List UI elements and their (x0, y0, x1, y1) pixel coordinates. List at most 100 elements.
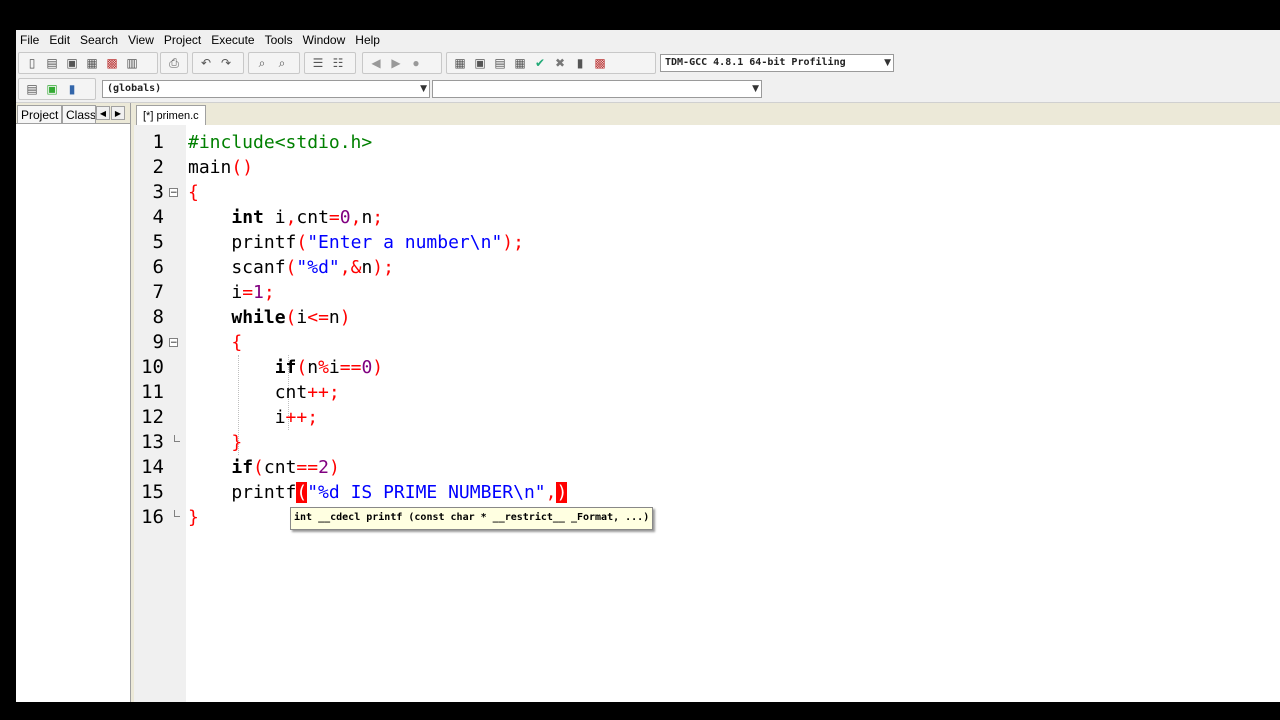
line-number: 11 (141, 381, 164, 403)
compile-icon[interactable]: ▦ (451, 55, 469, 71)
code-line-15: printf("%d IS PRIME NUMBER\n",) (188, 482, 568, 503)
close-file-icon[interactable]: ▩ (103, 55, 121, 71)
indent-icon[interactable]: ☰ (309, 55, 327, 71)
code-line-5: printf("Enter a number\n"); (188, 232, 524, 253)
menu-view[interactable]: View (124, 30, 160, 50)
save-icon[interactable]: ▣ (63, 55, 81, 71)
code-line-16: } (188, 507, 199, 528)
line-number: 5 (152, 231, 164, 253)
replace-icon[interactable]: ⌕ (273, 55, 291, 71)
code-line-14: if(cnt==2) (231, 457, 340, 478)
line-number: 6 (152, 256, 164, 278)
line-number: 12 (141, 406, 164, 428)
menu-help[interactable]: Help (351, 30, 386, 50)
chevron-right-icon[interactable]: ▶ (111, 106, 125, 120)
profile-chart-icon[interactable]: ▮ (571, 55, 589, 71)
fold-collapse-icon[interactable]: − (169, 338, 178, 348)
code-line-6: scanf("%d",&n); (188, 257, 394, 278)
bookmark-toolbar-group: ◀ ▶ ● (362, 52, 442, 74)
menu-search[interactable]: Search (76, 30, 124, 50)
function-signature-tooltip: int __cdecl printf (const char * __restr… (290, 507, 654, 530)
insert-icon[interactable]: ▤ (23, 81, 41, 97)
undo-toolbar-group: ↶ ↷ (192, 52, 244, 74)
line-number: 8 (152, 306, 164, 328)
panel-tabs: Project Classe ◀ ▶ (16, 103, 130, 124)
redo-icon[interactable]: ↷ (217, 55, 235, 71)
main-toolbar: ▯ ▤ ▣ ▦ ▩ ▥ ⎙ ↶ ↷ ⌕ ⌕ ☰ ☷ ◀ ▶ ● ▦ ▣ ▤ ▦ … (16, 50, 1280, 76)
tab-project[interactable]: Project (17, 105, 63, 123)
line-number: 1 (152, 131, 164, 153)
chevron-left-icon[interactable]: ◀ (96, 106, 110, 120)
chevron-down-icon: ▼ (884, 58, 891, 68)
ide-window: File Edit Search View Project Execute To… (16, 30, 1280, 702)
bookmark-toggle-icon[interactable]: ● (407, 55, 425, 71)
line-number: 7 (152, 281, 164, 303)
menu-tools[interactable]: Tools (261, 30, 299, 50)
line-number: 10 (141, 356, 164, 378)
menu-window[interactable]: Window (299, 30, 352, 50)
bookmark-next-icon[interactable]: ▶ (387, 55, 405, 71)
code-line-11: cnt++; (188, 382, 340, 403)
new-file-icon[interactable]: ▯ (23, 55, 41, 71)
line-number: 3 (152, 181, 164, 203)
line-number: 16 (141, 506, 164, 528)
code-editor[interactable]: #include<stdio.h> main() { int i,cnt=0,n… (186, 125, 1280, 702)
code-line-13: } (231, 432, 243, 453)
goto-definition-icon[interactable]: ▮ (63, 81, 81, 97)
save-all-icon[interactable]: ▦ (83, 55, 101, 71)
code-line-7: i=1; (188, 282, 275, 303)
compile-run-icon[interactable]: ▤ (491, 55, 509, 71)
open-file-icon[interactable]: ▤ (43, 55, 61, 71)
undo-icon[interactable]: ↶ (197, 55, 215, 71)
indent-toolbar-group: ☰ ☷ (304, 52, 356, 74)
print-toolbar-group: ⎙ (160, 52, 188, 74)
scope-select-value: (globals) (107, 83, 162, 94)
compiler-select-value: TDM-GCC 4.8.1 64-bit Profiling (665, 57, 846, 68)
check-syntax-icon[interactable]: ✔ (531, 55, 549, 71)
line-number-gutter: 1 2 3 4 5 6 7 8 9 10 11 12 13 14 15 16 −… (134, 125, 186, 702)
tab-classes[interactable]: Classe (62, 105, 96, 123)
menu-execute[interactable]: Execute (207, 30, 260, 50)
line-number: 14 (141, 456, 164, 478)
menu-bar: File Edit Search View Project Execute To… (16, 30, 1280, 50)
code-line-2: main() (188, 157, 254, 178)
line-number: 15 (141, 481, 164, 503)
line-number: 13 (141, 431, 164, 453)
code-line-8: while(i<=n) (231, 307, 351, 328)
menu-edit[interactable]: Edit (45, 30, 76, 50)
class-toolbar: ▤ ▣ ▮ (globals) ▼ ▼ (16, 76, 1280, 103)
line-number: 4 (152, 206, 164, 228)
menu-project[interactable]: Project (160, 30, 207, 50)
editor-tab-bar: [*] primen.c (134, 103, 1280, 126)
code-line-10: if(n%i==0) (274, 357, 384, 378)
code-line-12: i++; (188, 407, 319, 428)
fold-collapse-icon[interactable]: − (169, 188, 178, 198)
code-line-4: int i,cnt=0,n; (231, 207, 384, 228)
delete-profile-icon[interactable]: ▩ (591, 55, 609, 71)
compiler-select[interactable]: TDM-GCC 4.8.1 64-bit Profiling ▼ (660, 54, 894, 72)
scope-select[interactable]: (globals) ▼ (102, 80, 430, 98)
goto-declaration-icon[interactable]: ▣ (43, 81, 61, 97)
tab-primen-c[interactable]: [*] primen.c (136, 105, 206, 125)
rebuild-icon[interactable]: ▦ (511, 55, 529, 71)
stop-execution-icon[interactable]: ✖ (551, 55, 569, 71)
find-icon[interactable]: ⌕ (253, 55, 271, 71)
close-all-icon[interactable]: ▥ (123, 55, 141, 71)
class-browser-group: ▤ ▣ ▮ (18, 78, 96, 100)
run-icon[interactable]: ▣ (471, 55, 489, 71)
build-toolbar-group: ▦ ▣ ▤ ▦ ✔ ✖ ▮ ▩ (446, 52, 656, 74)
chevron-down-icon: ▼ (752, 84, 759, 94)
search-toolbar-group: ⌕ ⌕ (248, 52, 300, 74)
print-icon[interactable]: ⎙ (165, 55, 183, 71)
function-select[interactable]: ▼ (432, 80, 762, 98)
unindent-icon[interactable]: ☷ (329, 55, 347, 71)
line-number: 2 (152, 156, 164, 178)
fold-end-marker (174, 435, 180, 442)
chevron-down-icon: ▼ (420, 84, 427, 94)
code-line-9: { (231, 332, 243, 353)
file-toolbar-group: ▯ ▤ ▣ ▦ ▩ ▥ (18, 52, 158, 74)
bookmark-prev-icon[interactable]: ◀ (367, 55, 385, 71)
code-line-3: { (188, 182, 199, 203)
code-line-1: #include<stdio.h> (188, 132, 373, 153)
menu-file[interactable]: File (16, 30, 45, 50)
